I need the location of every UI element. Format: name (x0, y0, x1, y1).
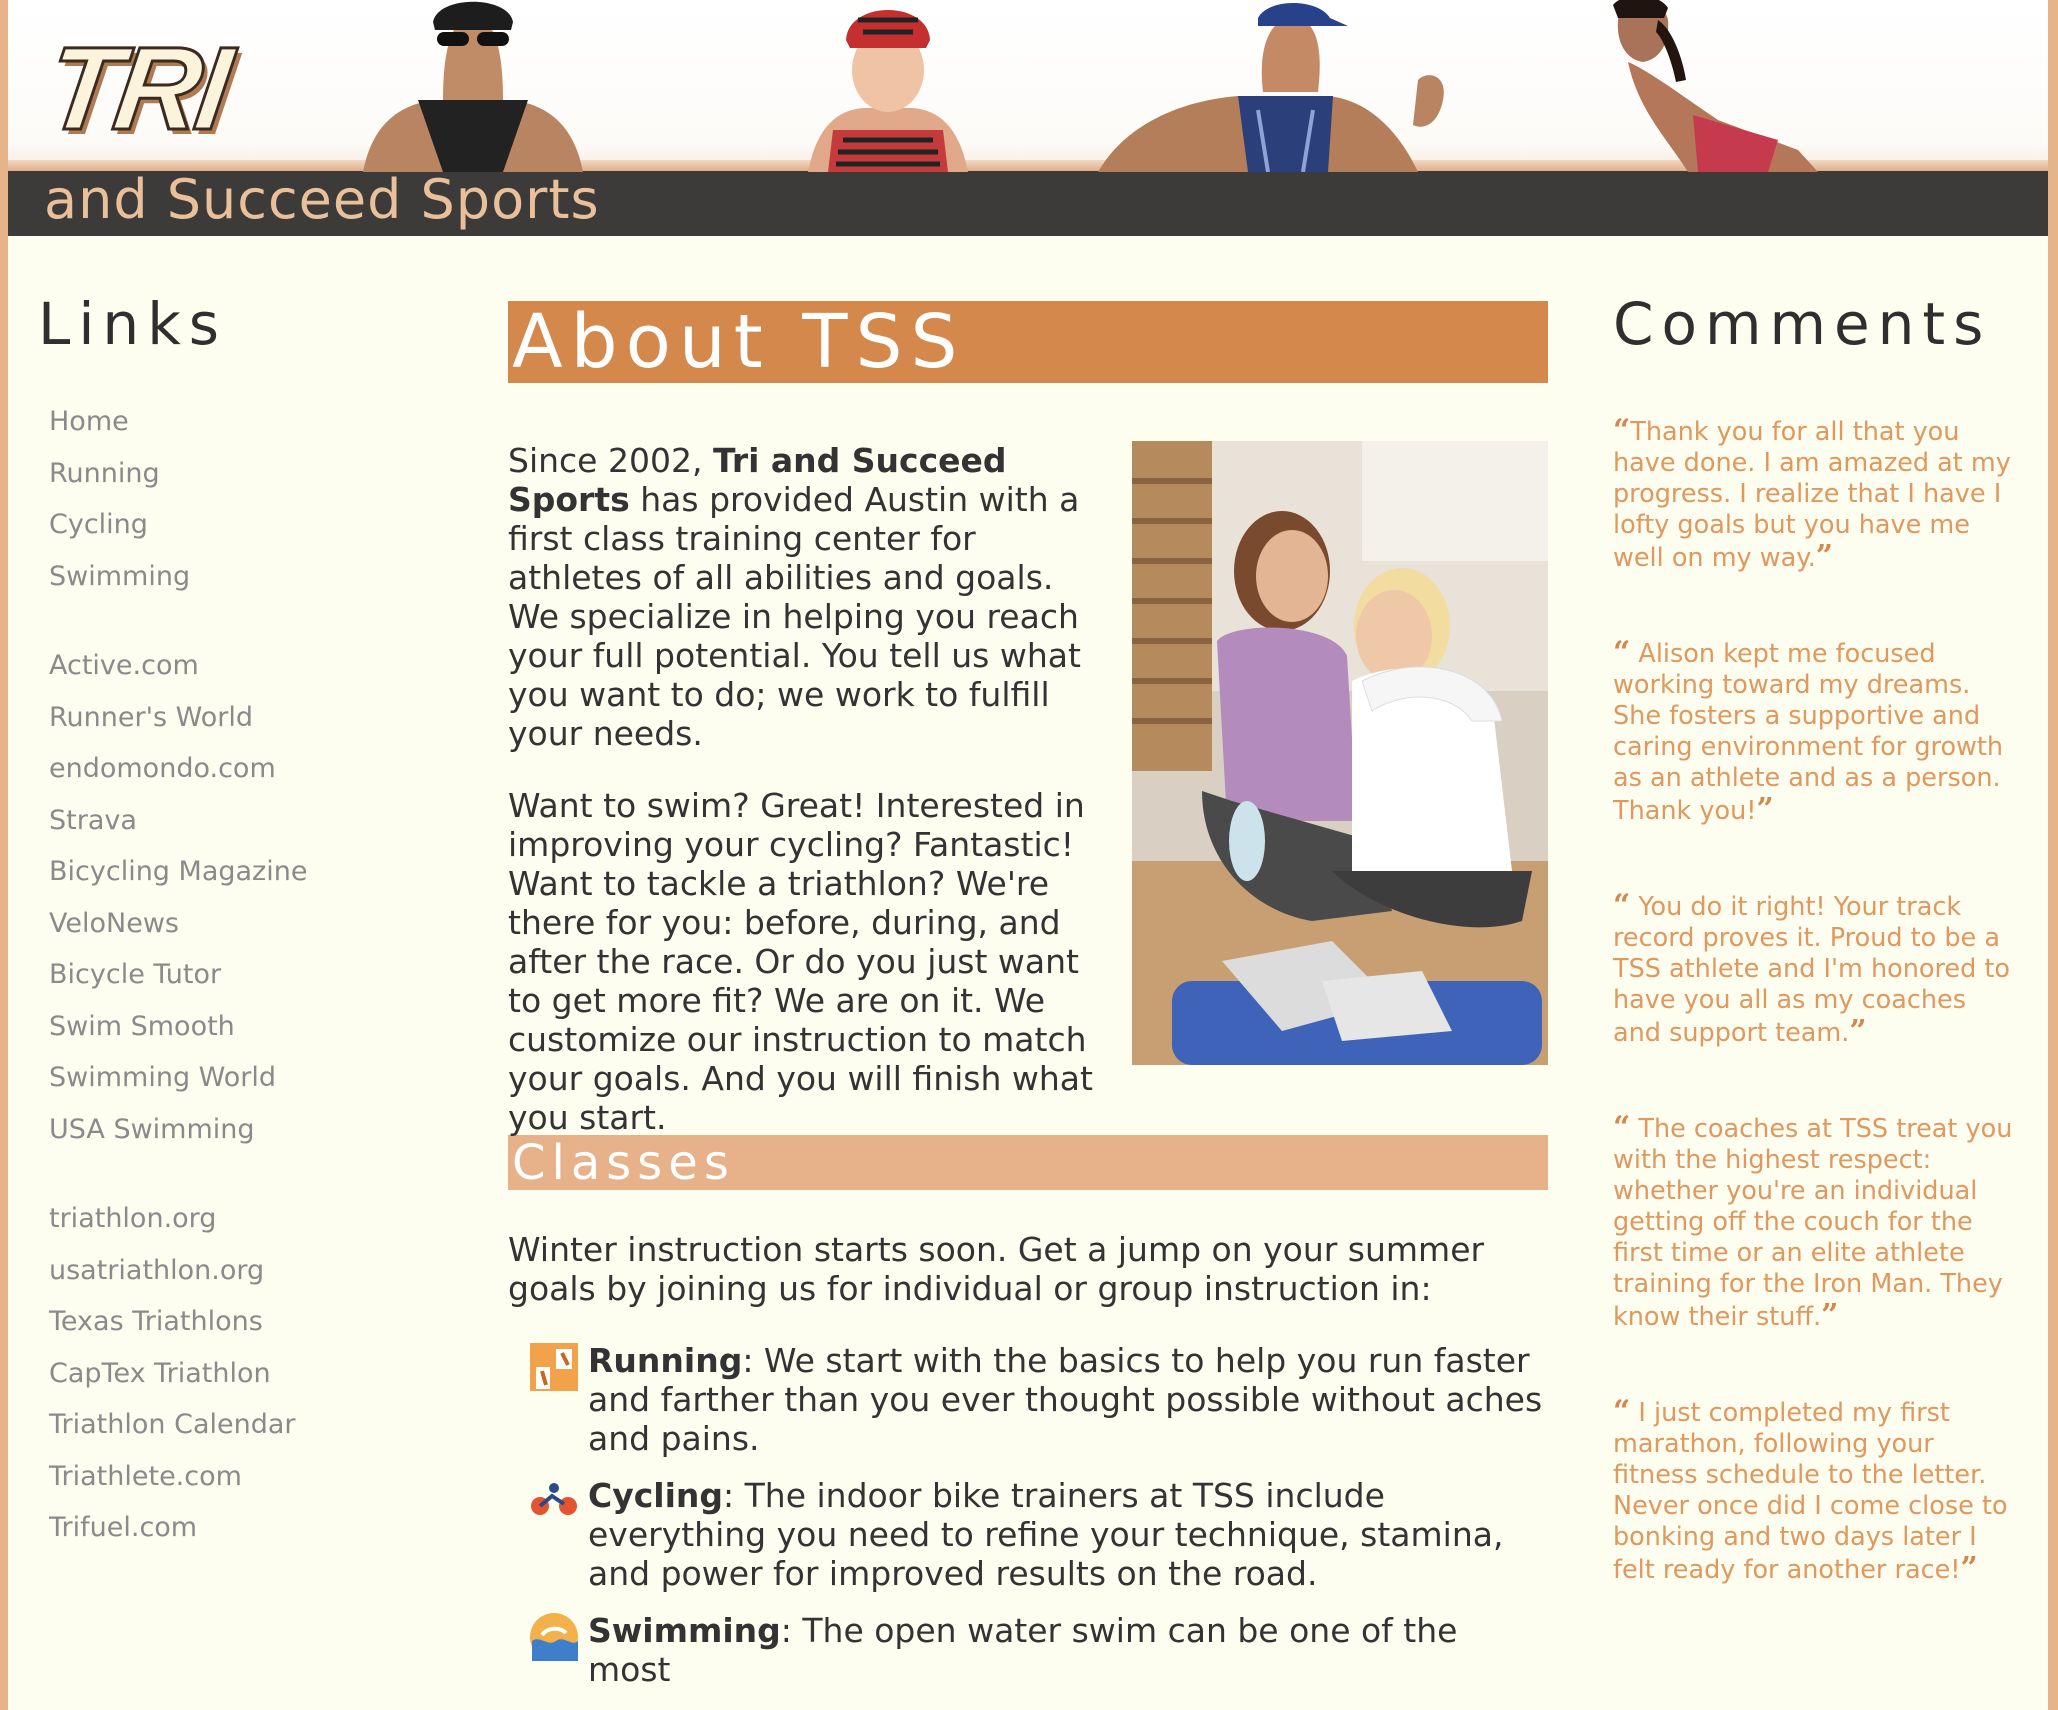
link-strava[interactable]: Strava (49, 805, 137, 836)
comment-2: “ Alison kept me focused working toward … (1613, 637, 2013, 827)
links-sidebar: Links Home Running Cycling Swimming Acti… (38, 290, 438, 1564)
link-triathlon-calendar[interactable]: Triathlon Calendar (49, 1409, 296, 1440)
open-quote-icon: “ (1613, 413, 1631, 448)
open-quote-icon: “ (1613, 1110, 1631, 1145)
gym-photo (1132, 441, 1548, 1065)
link-home[interactable]: Home (49, 406, 129, 437)
about-paragraph-2: Want to swim? Great! Interested in impro… (508, 786, 1093, 1137)
about-title: About TSS (508, 301, 1548, 383)
about-section: Since 2002, Tri and Succeed Sports has p… (508, 441, 1548, 1137)
runner-athlete-image (1098, 3, 1444, 172)
link-swim-smooth[interactable]: Swim Smooth (49, 1011, 235, 1042)
close-quote-icon: ” (1815, 539, 1834, 574)
close-quote-icon: ” (1849, 1014, 1867, 1049)
logo-subtitle[interactable]: and Succeed Sports (44, 168, 600, 231)
female-runner-athlete-image (1613, 0, 1818, 172)
link-captex-triathlon[interactable]: CapTex Triathlon (49, 1358, 271, 1389)
links-title: Links (38, 290, 227, 358)
link-texas-triathlons[interactable]: Texas Triathlons (49, 1306, 263, 1337)
link-bicycling-magazine[interactable]: Bicycling Magazine (49, 856, 307, 887)
links-group-separator (38, 1165, 438, 1203)
link-runners-world[interactable]: Runner's World (49, 702, 253, 733)
open-quote-icon: “ (1613, 635, 1631, 670)
class-swimming-name: Swimming (588, 1611, 781, 1650)
main-content: About TSS Since 2002, Tri and Succeed Sp… (508, 301, 1548, 1689)
close-quote-icon: ” (1756, 792, 1774, 827)
comment-text: The coaches at TSS treat you with the hi… (1613, 1114, 2013, 1332)
link-usa-swimming[interactable]: USA Swimming (49, 1114, 255, 1145)
comment-1: “Thank you for all that you have done. I… (1613, 415, 2013, 574)
comment-3: “ You do it right! Your track record pro… (1613, 890, 2013, 1049)
swimming-icon (530, 1613, 578, 1661)
link-cycling[interactable]: Cycling (49, 509, 148, 540)
page: TRI and Succeed Sports Links Home Runnin… (8, 0, 2048, 1710)
about-p1-rest: has provided Austin with a first class t… (508, 480, 1081, 753)
logo-tri[interactable]: TRI (37, 22, 237, 157)
link-swimming-world[interactable]: Swimming World (49, 1062, 276, 1093)
class-item-swimming: Swimming: The open water swim can be one… (508, 1611, 1548, 1689)
links-list: Home Running Cycling Swimming Active.com… (38, 406, 438, 1564)
link-running[interactable]: Running (49, 458, 160, 489)
swimmer-athlete-image (363, 1, 583, 172)
cycling-icon (531, 1483, 577, 1515)
close-quote-icon: ” (1960, 1551, 1978, 1586)
links-group-separator (38, 612, 438, 650)
site-header: TRI and Succeed Sports (8, 0, 2048, 236)
comment-text: I just completed my first marathon, foll… (1613, 1398, 2008, 1585)
about-paragraph-1: Since 2002, Tri and Succeed Sports has p… (508, 441, 1108, 753)
comment-4: “ The coaches at TSS treat you with the … (1613, 1112, 2013, 1333)
about-p1-prefix: Since 2002, (508, 441, 713, 480)
about-text: Since 2002, Tri and Succeed Sports has p… (508, 441, 1108, 1137)
class-cycling-text: : The indoor bike trainers at TSS includ… (588, 1476, 1504, 1593)
close-quote-icon: ” (1821, 1298, 1839, 1333)
class-item-cycling: Cycling: The indoor bike trainers at TSS… (508, 1476, 1548, 1593)
link-triathlon-org[interactable]: triathlon.org (49, 1203, 216, 1234)
link-triathlete-com[interactable]: Triathlete.com (49, 1461, 242, 1492)
class-running-name: Running (588, 1341, 743, 1380)
cyclist-athlete-image (808, 10, 968, 172)
link-active-com[interactable]: Active.com (49, 650, 199, 681)
comment-text: You do it right! Your track record prove… (1613, 892, 2010, 1048)
class-item-running: Running: We start with the basics to hel… (508, 1341, 1548, 1458)
link-trifuel-com[interactable]: Trifuel.com (49, 1512, 197, 1543)
comment-text: Thank you for all that you have done. I … (1613, 417, 2011, 573)
classes-section: Classes Winter instruction starts soon. … (508, 1135, 1548, 1689)
link-usatriathlon-org[interactable]: usatriathlon.org (49, 1255, 264, 1286)
comments-sidebar: Comments “Thank you for all that you hav… (1613, 290, 2033, 1586)
link-endomondo[interactable]: endomondo.com (49, 753, 276, 784)
comments-title: Comments (1613, 290, 1992, 358)
comment-5: “ I just completed my first marathon, fo… (1613, 1396, 2013, 1586)
class-cycling-name: Cycling (588, 1476, 724, 1515)
link-bicycle-tutor[interactable]: Bicycle Tutor (49, 959, 221, 990)
running-icon (530, 1343, 578, 1391)
open-quote-icon: “ (1613, 1394, 1631, 1429)
classes-title: Classes (508, 1135, 1548, 1191)
link-velonews[interactable]: VeloNews (49, 908, 179, 939)
classes-intro: Winter instruction starts soon. Get a ju… (508, 1230, 1485, 1308)
link-swimming[interactable]: Swimming (49, 561, 190, 592)
open-quote-icon: “ (1613, 888, 1631, 923)
comment-text: Alison kept me focused working toward my… (1613, 639, 2004, 826)
